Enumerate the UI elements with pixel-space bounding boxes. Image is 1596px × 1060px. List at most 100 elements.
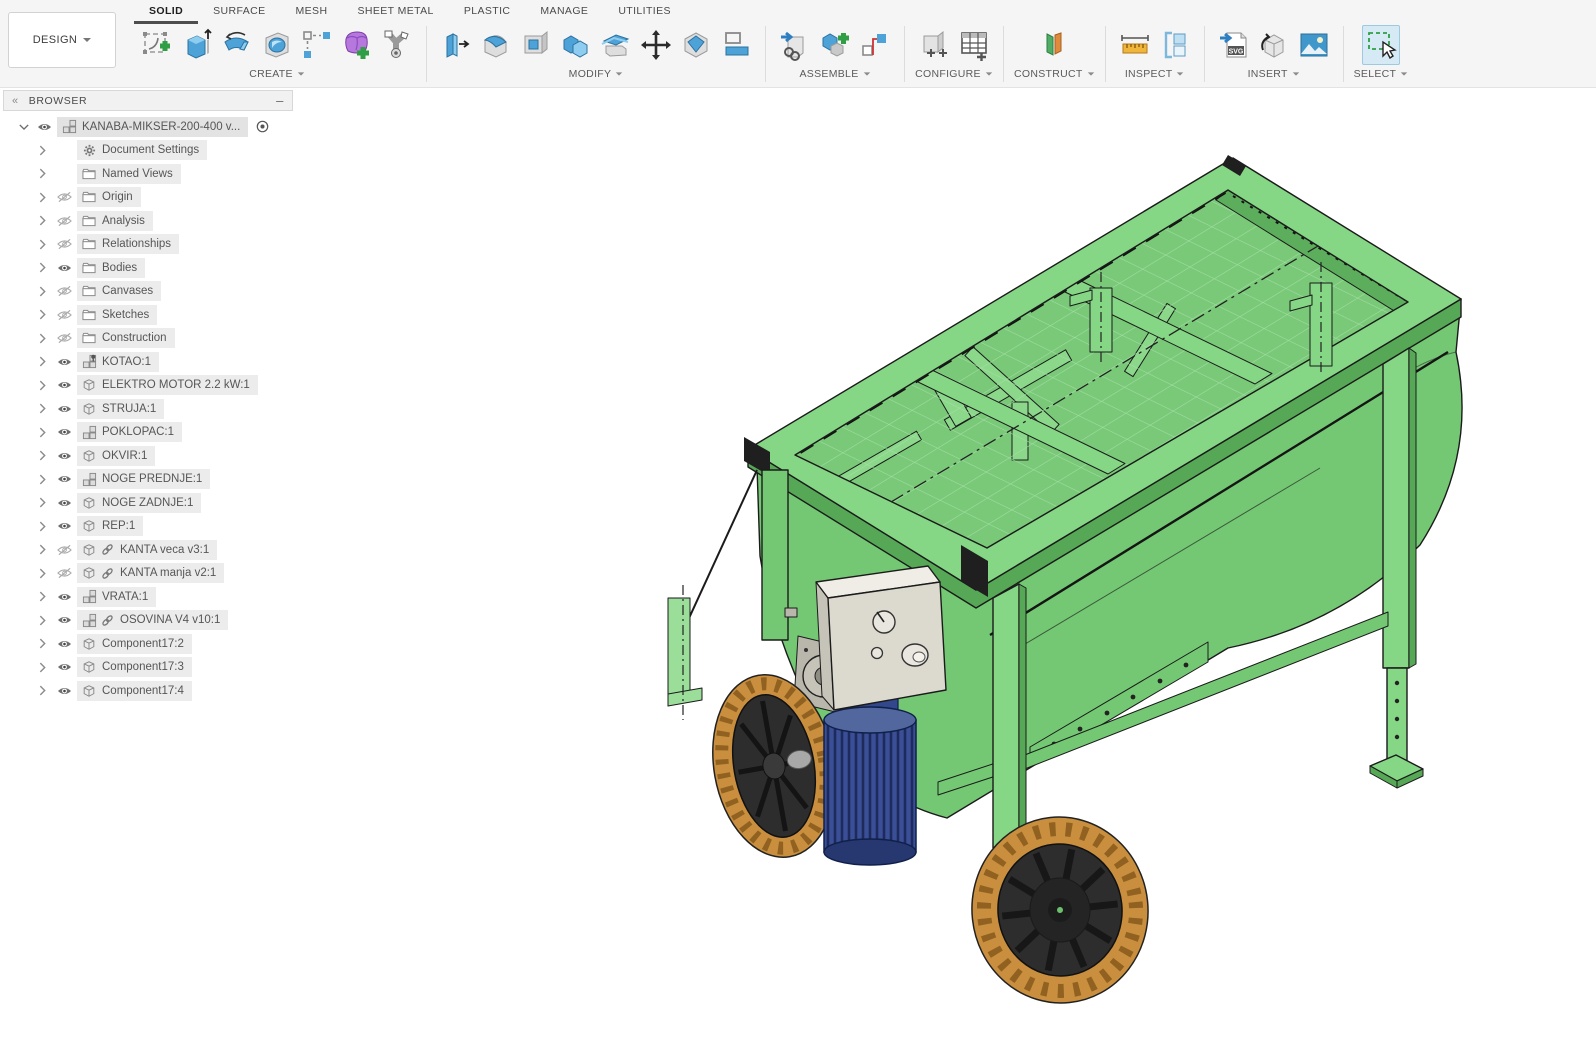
tree-item-kanta-veca[interactable]: KANTA veca v3:1 [3, 538, 293, 562]
tab-plastic[interactable]: PLASTIC [449, 2, 526, 24]
tab-sheet-metal[interactable]: SHEET METAL [342, 2, 448, 24]
visibility-off-icon[interactable] [55, 189, 73, 205]
pattern-button[interactable] [298, 25, 336, 65]
select-button[interactable] [1362, 25, 1400, 65]
tree-item-label[interactable]: Canvases [102, 285, 153, 297]
insert-svg-button[interactable]: SVG [1215, 25, 1253, 65]
machine-control-box[interactable] [816, 566, 946, 710]
tab-solid[interactable]: SOLID [134, 2, 198, 24]
assemble-group-label[interactable]: ASSEMBLE [799, 68, 870, 80]
tree-item-named-views[interactable]: Named Views [3, 162, 293, 186]
tree-item-label[interactable]: KOTAO:1 [102, 356, 151, 368]
expand-chevron-icon[interactable] [39, 497, 49, 508]
tree-item-label[interactable]: OKVIR:1 [102, 450, 147, 462]
expand-chevron-icon[interactable] [39, 615, 49, 626]
tree-item-bodies[interactable]: Bodies [3, 256, 293, 280]
minimize-panel-icon[interactable]: – [276, 96, 284, 106]
expand-chevron-icon[interactable] [39, 450, 49, 461]
tree-item-kanta-manja[interactable]: KANTA manja v2:1 [3, 562, 293, 586]
tree-item-label[interactable]: STRUJA:1 [102, 403, 156, 415]
expand-chevron-icon[interactable] [39, 192, 49, 203]
expand-chevron-icon[interactable] [39, 403, 49, 414]
tree-item-label[interactable]: Analysis [102, 215, 145, 227]
joint-button[interactable] [816, 25, 854, 65]
measure-button[interactable] [1116, 25, 1154, 65]
visibility-on-icon[interactable] [55, 636, 73, 652]
pipe-button[interactable] [378, 25, 416, 65]
tree-item-rep[interactable]: REP:1 [3, 515, 293, 539]
create-form-button[interactable] [338, 25, 376, 65]
visibility-on-icon[interactable] [55, 495, 73, 511]
tree-item-origin[interactable]: Origin [3, 186, 293, 210]
fillet-button[interactable] [477, 25, 515, 65]
tree-item-label[interactable]: NOGE PREDNJE:1 [102, 473, 202, 485]
expand-chevron-icon[interactable] [39, 168, 49, 179]
visibility-on-icon[interactable] [55, 612, 73, 628]
visibility-off-icon[interactable] [55, 307, 73, 323]
expand-chevron-icon[interactable] [39, 638, 49, 649]
tree-item-label[interactable]: Named Views [102, 168, 173, 180]
tree-item-label[interactable]: Construction [102, 332, 167, 344]
tree-item-poklopac[interactable]: POKLOPAC:1 [3, 421, 293, 445]
tree-item-label[interactable]: NOGE ZADNJE:1 [102, 497, 193, 509]
visibility-on-icon[interactable] [55, 377, 73, 393]
shell-button[interactable] [517, 25, 555, 65]
visibility-on-icon[interactable] [55, 683, 73, 699]
create-sketch-button[interactable] [138, 25, 176, 65]
tree-item-sketches[interactable]: Sketches [3, 303, 293, 327]
machine-electric-motor[interactable] [824, 695, 916, 865]
tree-item-label[interactable]: VRATA:1 [102, 591, 148, 603]
expand-chevron-icon[interactable] [39, 380, 49, 391]
expand-chevron-icon[interactable] [39, 662, 49, 673]
tree-item-label[interactable]: Component17:4 [102, 685, 184, 697]
visibility-on-icon[interactable] [35, 119, 53, 135]
visibility-off-icon[interactable] [55, 213, 73, 229]
expand-chevron-icon[interactable] [39, 239, 49, 250]
visibility-off-icon[interactable] [55, 330, 73, 346]
expand-chevron-icon[interactable] [39, 685, 49, 696]
tree-item-component17-4[interactable]: Component17:4 [3, 679, 293, 703]
tree-item-label[interactable]: KANTA veca v3:1 [120, 544, 209, 556]
configure-button[interactable] [915, 25, 953, 65]
tree-item-label[interactable]: Component17:3 [102, 661, 184, 673]
extrude-button[interactable] [178, 25, 216, 65]
tree-item-root[interactable]: KANABA-MIKSER-200-400 v... [3, 115, 293, 139]
machine-wheel-right[interactable] [963, 808, 1157, 1011]
select-group-label[interactable]: SELECT [1354, 68, 1409, 80]
tree-item-label[interactable]: OSOVINA V4 v10:1 [120, 614, 220, 626]
tree-item-label[interactable]: KANTA manja v2:1 [120, 567, 216, 579]
expand-chevron-icon[interactable] [39, 568, 49, 579]
visibility-off-icon[interactable] [55, 283, 73, 299]
tab-utilities[interactable]: UTILITIES [603, 2, 686, 24]
collapse-panel-icon[interactable]: « [12, 95, 19, 107]
expand-chevron-icon[interactable] [39, 356, 49, 367]
visibility-on-icon[interactable] [55, 424, 73, 440]
tree-item-document-settings[interactable]: Document Settings [3, 139, 293, 163]
design-workspace-dropdown[interactable]: DESIGN [8, 12, 116, 68]
insert-derive-button[interactable] [1255, 25, 1293, 65]
visibility-off-icon[interactable] [55, 565, 73, 581]
mixer-machine-model[interactable] [668, 155, 1462, 1012]
revolve-button[interactable] [218, 25, 256, 65]
tree-item-osovina[interactable]: OSOVINA V4 v10:1 [3, 609, 293, 633]
expand-chevron-icon[interactable] [39, 262, 49, 273]
machine-door-lever[interactable] [668, 470, 757, 706]
tree-item-label[interactable]: REP:1 [102, 520, 135, 532]
tree-item-relationships[interactable]: Relationships [3, 233, 293, 257]
visibility-on-icon[interactable] [55, 260, 73, 276]
as-built-joint-button[interactable] [856, 25, 894, 65]
visibility-on-icon[interactable] [55, 589, 73, 605]
insert-canvas-button[interactable] [1295, 25, 1333, 65]
tab-manage[interactable]: MANAGE [525, 2, 603, 24]
hole-button[interactable] [258, 25, 296, 65]
tree-item-analysis[interactable]: Analysis [3, 209, 293, 233]
expand-chevron-icon[interactable] [39, 544, 49, 555]
tree-item-label[interactable]: KANABA-MIKSER-200-400 v... [82, 121, 240, 133]
expand-chevron-icon[interactable] [39, 591, 49, 602]
new-component-button[interactable] [776, 25, 814, 65]
tree-item-kotao[interactable]: KOTAO:1 [3, 350, 293, 374]
tree-item-label[interactable]: Document Settings [102, 144, 199, 156]
visibility-on-icon[interactable] [55, 354, 73, 370]
tree-item-construction[interactable]: Construction [3, 327, 293, 351]
tree-item-label[interactable]: ELEKTRO MOTOR 2.2 kW:1 [102, 379, 250, 391]
